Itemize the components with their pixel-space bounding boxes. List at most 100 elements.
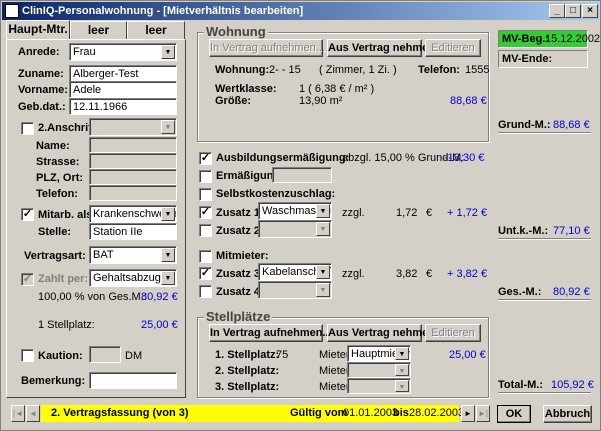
sp1-mieter-label: Mieter: [319, 349, 350, 361]
abbruch-button[interactable]: Abbruch: [543, 405, 592, 423]
chevron-down-icon[interactable]: ▼: [395, 347, 409, 360]
telefon-label: Telefon:: [36, 188, 78, 200]
sp1-select[interactable]: Hauptmieter ▼: [347, 345, 411, 362]
chevron-down-icon[interactable]: ▼: [161, 271, 175, 285]
stellplatz-editieren-button[interactable]: Editieren: [425, 324, 481, 342]
chevron-down-icon[interactable]: ▼: [316, 283, 330, 297]
minimize-button[interactable]: _: [549, 4, 565, 18]
zahlt-label: Zahlt per:: [38, 273, 89, 285]
grund-m-value: 88,68 €: [553, 119, 590, 131]
anschrift2-checkbox[interactable]: [21, 122, 34, 135]
nav-next-button[interactable]: ►: [461, 405, 475, 422]
untk-m-value: 77,10 €: [553, 225, 590, 237]
kaution-label: Kaution:: [38, 350, 83, 362]
plz-label: PLZ, Ort:: [36, 172, 84, 184]
wohnung-aus-vertrag-button[interactable]: Aus Vertrag nehmen: [327, 39, 435, 57]
kaution-checkbox[interactable]: [21, 349, 34, 362]
anschrift2-select[interactable]: ▼: [89, 118, 177, 136]
bis-label: bis: [393, 407, 409, 419]
zusatz1-zzgl: zzgl.: [342, 207, 365, 219]
tab-haupt-mtr[interactable]: Haupt-Mtr.: [6, 20, 70, 39]
name-input[interactable]: [89, 137, 177, 153]
chevron-down-icon[interactable]: ▼: [161, 207, 175, 221]
chevron-down-icon[interactable]: ▼: [395, 364, 409, 376]
zusatz4-checkbox[interactable]: [199, 285, 212, 298]
mitarb-select[interactable]: Krankenschwester/ ▼: [89, 205, 177, 223]
ausbildung-checkbox[interactable]: ✓: [199, 152, 212, 165]
mitmieter-checkbox[interactable]: [199, 250, 212, 263]
nav-prev-button[interactable]: ◄: [26, 405, 40, 422]
tab-leer-1[interactable]: leer: [70, 21, 127, 39]
chevron-down-icon[interactable]: ▼: [161, 248, 175, 262]
telefon-wohnung-value: 1555: [465, 64, 490, 76]
zusatz4-label: Zusatz 4:: [216, 286, 264, 298]
sp3-select[interactable]: ▼: [347, 378, 411, 394]
kaution-input[interactable]: [89, 346, 121, 363]
ok-button[interactable]: OK: [497, 405, 531, 423]
wohnung-label: Wohnung:: [215, 64, 270, 76]
zusatz2-select[interactable]: ▼: [258, 220, 332, 238]
zusatz3-val: 3,82: [396, 268, 418, 280]
telefon-input[interactable]: [89, 185, 177, 201]
nav-last-button[interactable]: ►|: [476, 405, 490, 422]
sp2-select[interactable]: ▼: [347, 362, 411, 378]
gebdat-label: Geb.dat.:: [18, 101, 66, 113]
close-button[interactable]: ×: [582, 4, 598, 18]
stellplatz-aus-vertrag-button[interactable]: Aus Vertrag nehmen: [327, 324, 435, 342]
main-window: ClinIQ-Personalwohnung - [Mietverhältnis…: [0, 0, 601, 431]
anrede-select[interactable]: Frau ▼: [69, 43, 177, 61]
untk-m-label: Unt.k.-M.:: [498, 225, 549, 237]
stellplaetze-title: Stellplätze: [204, 309, 273, 324]
ges-separator: [498, 299, 591, 301]
vorname-input[interactable]: Adele: [69, 81, 177, 98]
wohnung-editieren-button[interactable]: Editieren: [425, 39, 481, 57]
zuname-label: Zuname:: [18, 68, 64, 80]
anrede-value: Frau: [73, 46, 96, 58]
stellplatz-in-vertrag-button[interactable]: In Vertrag aufnehmen...: [209, 324, 332, 342]
zusatz1-select[interactable]: Waschmaschin ▼: [258, 202, 332, 220]
bemerkung-input[interactable]: [89, 372, 177, 389]
ermaessigung-input[interactable]: [272, 167, 332, 183]
wohnung-in-vertrag-button[interactable]: In Vertrag aufnehmen...: [209, 39, 325, 57]
sp1-label: 1. Stellplatz:: [215, 349, 280, 361]
zusatz1-label: Zusatz 1:: [216, 207, 264, 219]
sp1-nr: 75: [276, 349, 289, 361]
strasse-label: Strasse:: [36, 156, 80, 168]
vertragsart-select[interactable]: BAT ▼: [89, 246, 177, 264]
zusatz2-checkbox[interactable]: [199, 224, 212, 237]
zahlt-checkbox[interactable]: ✓: [21, 273, 34, 286]
nav-first-button[interactable]: |◄: [11, 405, 25, 422]
stelle-input[interactable]: Station IIe: [89, 223, 177, 240]
zahlt-value: Gehaltsabzug: [93, 272, 161, 284]
zuname-input[interactable]: Alberger-Test: [69, 65, 177, 82]
gebdat-input[interactable]: 12.11.1966: [69, 98, 177, 115]
vorname-label: Vorname:: [18, 84, 68, 96]
name-label: Name:: [36, 140, 70, 152]
zimmer-text: ( Zimmer, 1 Zi. ): [319, 64, 397, 76]
maximize-button[interactable]: □: [565, 4, 581, 18]
zahlt-select[interactable]: Gehaltsabzug ▼: [89, 269, 177, 287]
zusatz3-checkbox[interactable]: ✓: [199, 267, 212, 280]
zusatz3-select[interactable]: Kabelanschluß ▼: [258, 263, 332, 281]
strasse-input[interactable]: [89, 153, 177, 169]
plz-input[interactable]: [89, 169, 177, 185]
untk-separator: [498, 238, 591, 240]
chevron-down-icon[interactable]: ▼: [316, 265, 330, 279]
sp3-label: 3. Stellplatz:: [215, 381, 280, 393]
ges-m-text: 100,00 % von Ges.M.:: [38, 291, 147, 303]
chevron-down-icon[interactable]: ▼: [316, 222, 330, 236]
tab-leer-2[interactable]: leer: [127, 21, 185, 39]
zusatz4-select[interactable]: ▼: [258, 281, 332, 299]
selbstkosten-checkbox[interactable]: [199, 188, 212, 201]
groesse-amount: 88,68 €: [450, 95, 487, 107]
ermaessigung-checkbox[interactable]: [199, 170, 212, 183]
zusatz1-checkbox[interactable]: ✓: [199, 206, 212, 219]
zusatz3-label: Zusatz 3:: [216, 268, 264, 280]
chevron-down-icon[interactable]: ▼: [395, 380, 409, 392]
chevron-down-icon[interactable]: ▼: [161, 120, 175, 134]
chevron-down-icon[interactable]: ▼: [316, 204, 330, 218]
mitarb-checkbox[interactable]: ✓: [21, 208, 34, 221]
title-bar[interactable]: ClinIQ-Personalwohnung - [Mietverhältnis…: [2, 2, 599, 20]
chevron-down-icon[interactable]: ▼: [161, 45, 175, 59]
wohnung-value: 2- - 15: [269, 64, 301, 76]
